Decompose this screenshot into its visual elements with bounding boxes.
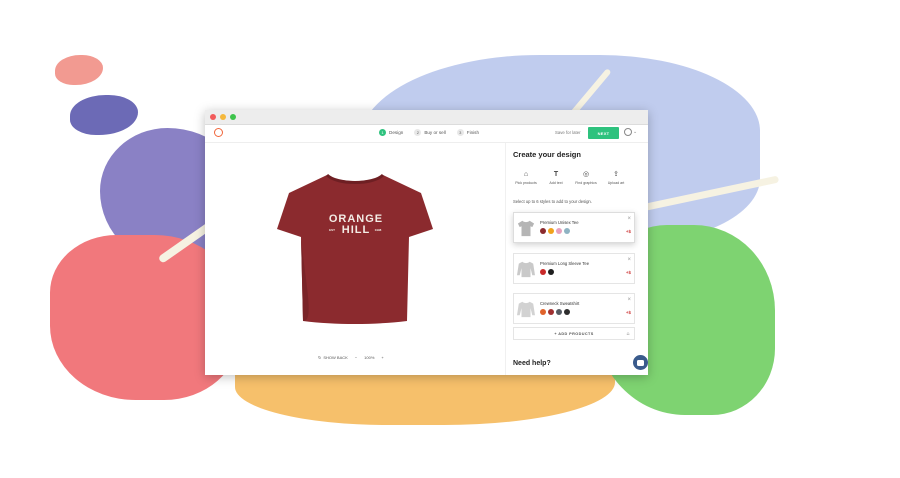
upload-icon: ⇪ <box>613 171 619 178</box>
zoom-in-button[interactable]: + <box>381 355 383 360</box>
color-swatch[interactable] <box>540 228 546 234</box>
chat-icon <box>637 359 644 366</box>
tshirt-thumbnail-icon <box>517 219 535 237</box>
shirt-print-small-right: 1998 <box>374 228 382 232</box>
color-swatch[interactable] <box>548 228 554 234</box>
tool-label: Find graphics <box>575 181 597 185</box>
graphics-icon: ◎ <box>582 171 590 178</box>
step-label: Design <box>389 130 404 135</box>
save-for-later-link[interactable]: Save for later <box>555 130 581 135</box>
tool-label: Pick products <box>515 181 537 185</box>
step-design[interactable]: 1 Design <box>379 129 403 136</box>
remove-product-icon[interactable]: × <box>627 257 631 263</box>
color-swatches <box>540 269 554 275</box>
background-blob-purple-small <box>70 95 138 135</box>
price-tag-icon[interactable]: +$ <box>626 229 631 234</box>
color-swatch[interactable] <box>540 269 546 275</box>
step-number: 2 <box>414 129 422 136</box>
show-back-label: SHOW BACK <box>323 355 348 360</box>
design-tools: ⌂ Pick products T Add text ◎ Find graphi… <box>513 171 629 185</box>
product-name: Premium Unisex Tee <box>540 220 579 225</box>
account-menu[interactable]: ⌄ <box>624 128 637 136</box>
text-icon: T <box>553 171 559 178</box>
need-help-heading: Need help? <box>513 360 551 367</box>
background-blob-red-small <box>55 55 103 85</box>
remove-product-icon[interactable]: × <box>627 216 631 222</box>
tool-label: Add text <box>549 181 563 185</box>
shirt-print-small-left: EST <box>329 228 335 232</box>
step-number: 1 <box>379 129 386 136</box>
step-label: Buy or sell <box>424 130 446 135</box>
step-buy-or-sell[interactable]: 2 Buy or sell <box>414 129 446 136</box>
next-button[interactable]: NEXT <box>588 127 619 139</box>
app-window: 1 Design 2 Buy or sell 3 Finish Save for… <box>205 110 648 375</box>
tool-pick-products[interactable]: ⌂ Pick products <box>513 171 539 185</box>
color-swatches <box>540 228 570 234</box>
minimize-dot-icon[interactable] <box>220 114 226 120</box>
color-swatches <box>540 309 570 315</box>
user-avatar-icon <box>624 128 632 136</box>
canvas-controls: ↻ SHOW BACK − 100% + <box>318 355 384 360</box>
tool-add-text[interactable]: T Add text <box>543 171 569 185</box>
step-indicator: 1 Design 2 Buy or sell 3 Finish <box>379 129 479 136</box>
remove-product-icon[interactable]: × <box>627 297 631 303</box>
tag-icon: ⌂ <box>523 171 529 178</box>
chevron-down-icon: ⌄ <box>633 129 638 135</box>
tool-upload-art[interactable]: ⇪ Upload art <box>603 171 629 185</box>
show-back-button[interactable]: ↻ SHOW BACK <box>318 355 348 360</box>
select-styles-note: Select up to 6 styles to add to your des… <box>513 199 592 204</box>
product-card[interactable]: Premium Unisex Tee × +$ <box>513 212 635 243</box>
price-tag-icon[interactable]: +$ <box>626 310 631 315</box>
product-name: Crewneck Sweatshirt <box>540 301 580 306</box>
teespring-logo-icon[interactable] <box>214 128 223 137</box>
tool-find-graphics[interactable]: ◎ Find graphics <box>573 171 599 185</box>
color-swatch[interactable] <box>564 309 570 315</box>
step-label: Finish <box>466 130 480 135</box>
step-number: 3 <box>456 129 464 136</box>
top-navigation-bar: 1 Design 2 Buy or sell 3 Finish Save for… <box>205 125 648 143</box>
tool-label: Upload art <box>607 181 625 185</box>
zoom-level: 100% <box>364 355 375 360</box>
color-swatch[interactable] <box>548 309 554 315</box>
rotate-icon: ↻ <box>318 355 322 360</box>
color-swatch[interactable] <box>540 309 546 315</box>
product-card[interactable]: Crewneck Sweatshirt × +$ <box>513 293 635 324</box>
maximize-dot-icon[interactable] <box>230 114 236 120</box>
color-swatch[interactable] <box>556 309 562 315</box>
tag-icon: ⌂ <box>626 331 630 337</box>
color-swatch[interactable] <box>556 228 562 234</box>
color-swatch[interactable] <box>548 269 554 275</box>
tshirt-mockup[interactable] <box>275 171 435 326</box>
chat-support-button[interactable] <box>633 355 648 370</box>
product-card[interactable]: Premium Long Sleeve Tee × +$ <box>513 253 635 284</box>
add-products-label: + ADD PRODUCTS <box>554 331 594 336</box>
tshirt-body <box>277 175 433 324</box>
product-name: Premium Long Sleeve Tee <box>540 261 590 266</box>
design-side-panel: Create your design ⌂ Pick products T Add… <box>505 143 648 375</box>
panel-title: Create your design <box>513 150 581 159</box>
design-canvas[interactable]: ORANGE HILL EST 1998 ↻ SHOW BACK − 100% … <box>205 143 505 375</box>
long-sleeve-thumbnail-icon <box>517 260 535 278</box>
zoom-out-button[interactable]: − <box>355 355 357 360</box>
sweatshirt-thumbnail-icon <box>517 300 535 318</box>
tshirt-collar <box>325 173 385 184</box>
window-titlebar <box>205 110 648 125</box>
color-swatch[interactable] <box>564 228 570 234</box>
add-products-button[interactable]: + ADD PRODUCTS ⌂ <box>513 327 635 340</box>
price-tag-icon[interactable]: +$ <box>626 270 631 275</box>
close-dot-icon[interactable] <box>210 114 216 120</box>
step-finish[interactable]: 3 Finish <box>456 129 480 136</box>
